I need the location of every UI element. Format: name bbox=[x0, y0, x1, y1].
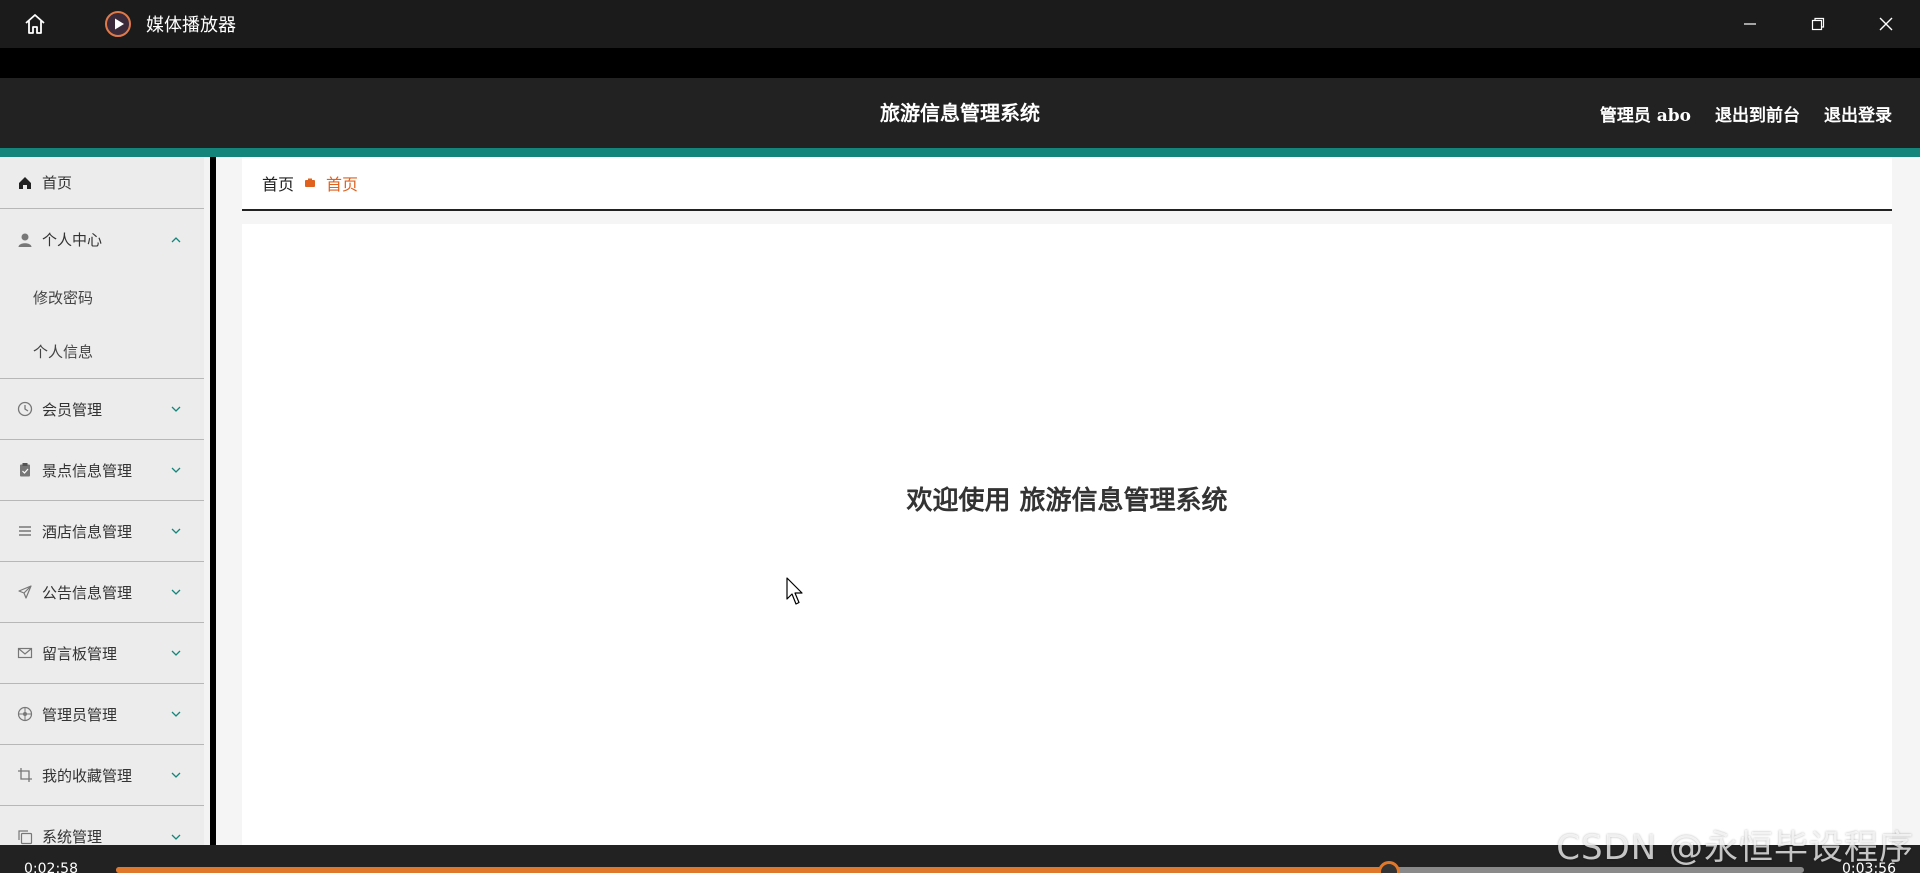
close-button[interactable] bbox=[1852, 0, 1920, 48]
sidebar-item-label: 会员管理 bbox=[42, 400, 103, 419]
sidebar-item-label: 个人中心 bbox=[42, 231, 103, 249]
sidebar: 首页 个人中心 修改密码 个人信息 会员管理 景点信息管理 酒店信息管理 公告信… bbox=[0, 157, 210, 845]
admin-user-link[interactable]: 管理员 abo bbox=[1600, 101, 1691, 126]
watermark: CSDN @永恒毕设程序 bbox=[1556, 828, 1914, 868]
home-icon[interactable] bbox=[20, 9, 50, 39]
sidebar-item-system[interactable]: 系统管理 bbox=[0, 806, 204, 845]
time-elapsed: 0:02:58 bbox=[24, 861, 78, 873]
chevron-up-icon bbox=[170, 234, 182, 246]
logout-link[interactable]: 退出登录 bbox=[1824, 101, 1892, 126]
window-controls bbox=[1716, 0, 1920, 48]
sidebar-item-label: 景点信息管理 bbox=[42, 461, 133, 480]
video-letterbox bbox=[0, 48, 1920, 78]
chevron-down-icon bbox=[170, 708, 182, 720]
home-icon bbox=[16, 174, 34, 192]
media-player-logo-icon bbox=[104, 10, 132, 38]
sidebar-item-announcements[interactable]: 公告信息管理 bbox=[0, 562, 204, 623]
sidebar-item-members[interactable]: 会员管理 bbox=[0, 379, 204, 440]
welcome-heading: 欢迎使用 旅游信息管理系统 bbox=[906, 486, 1228, 516]
app-header: 旅游信息管理系统 管理员 abo 退出到前台 退出登录 bbox=[0, 78, 1920, 148]
breadcrumb-separator-icon bbox=[304, 177, 318, 189]
sidebar-item-label: 酒店信息管理 bbox=[42, 522, 133, 541]
content-panel: 欢迎使用 旅游信息管理系统 bbox=[242, 224, 1892, 845]
restore-button[interactable] bbox=[1784, 0, 1852, 48]
player-title-bar: 媒体播放器 bbox=[0, 0, 1920, 48]
sidebar-item-home[interactable]: 首页 bbox=[0, 157, 204, 209]
player-title: 媒体播放器 bbox=[146, 15, 236, 36]
user-icon bbox=[16, 231, 34, 249]
sidebar-item-attractions[interactable]: 景点信息管理 bbox=[0, 440, 204, 501]
mail-icon bbox=[16, 644, 34, 662]
sidebar-subitem-personal-info[interactable]: 个人信息 bbox=[0, 324, 204, 378]
list-icon bbox=[16, 522, 34, 540]
screen: 媒体播放器 旅游信息管理系统 管理员 abo 退出到前台 退出登录 首页 个人中… bbox=[0, 0, 1920, 873]
header-links: 管理员 abo 退出到前台 退出登录 bbox=[1600, 78, 1892, 148]
copy-icon bbox=[16, 828, 34, 846]
exit-to-front-link[interactable]: 退出到前台 bbox=[1715, 101, 1800, 126]
sidebar-item-label: 首页 bbox=[42, 174, 73, 192]
sidebar-item-favorites[interactable]: 我的收藏管理 bbox=[0, 745, 204, 806]
sidebar-item-label: 我的收藏管理 bbox=[42, 766, 133, 785]
sidebar-item-admins[interactable]: 管理员管理 bbox=[0, 684, 204, 745]
chevron-down-icon bbox=[170, 769, 182, 781]
crop-icon bbox=[16, 766, 34, 784]
chevron-down-icon bbox=[170, 647, 182, 659]
sidebar-item-personal[interactable]: 个人中心 bbox=[0, 209, 204, 270]
sidebar-item-label: 系统管理 bbox=[42, 828, 103, 845]
send-icon bbox=[16, 583, 34, 601]
sidebar-item-message-board[interactable]: 留言板管理 bbox=[0, 623, 204, 684]
minimize-button[interactable] bbox=[1716, 0, 1784, 48]
mouse-cursor-icon bbox=[786, 577, 806, 607]
seek-bar[interactable] bbox=[116, 861, 1804, 873]
chevron-down-icon bbox=[170, 586, 182, 598]
breadcrumb-home-link[interactable]: 首页 bbox=[262, 171, 294, 195]
compass-icon bbox=[16, 705, 34, 723]
breadcrumb: 首页 首页 bbox=[242, 157, 1892, 211]
chevron-down-icon bbox=[170, 464, 182, 476]
breadcrumb-current: 首页 bbox=[326, 175, 359, 194]
sidebar-item-label: 管理员管理 bbox=[42, 705, 118, 724]
chevron-down-icon bbox=[170, 403, 182, 415]
sidebar-group-personal: 个人中心 修改密码 个人信息 bbox=[0, 209, 204, 379]
sidebar-item-label: 留言板管理 bbox=[42, 644, 118, 663]
sidebar-subitem-change-password[interactable]: 修改密码 bbox=[0, 270, 204, 324]
clock-icon bbox=[16, 400, 34, 418]
seek-bar-progress bbox=[116, 867, 1389, 873]
seek-handle[interactable] bbox=[1377, 861, 1400, 873]
sidebar-item-label: 公告信息管理 bbox=[42, 583, 133, 602]
chevron-down-icon bbox=[170, 525, 182, 537]
chevron-down-icon bbox=[170, 831, 182, 843]
sidebar-item-hotels[interactable]: 酒店信息管理 bbox=[0, 501, 204, 562]
header-accent-strip bbox=[0, 148, 1920, 157]
clipboard-icon bbox=[16, 461, 34, 479]
